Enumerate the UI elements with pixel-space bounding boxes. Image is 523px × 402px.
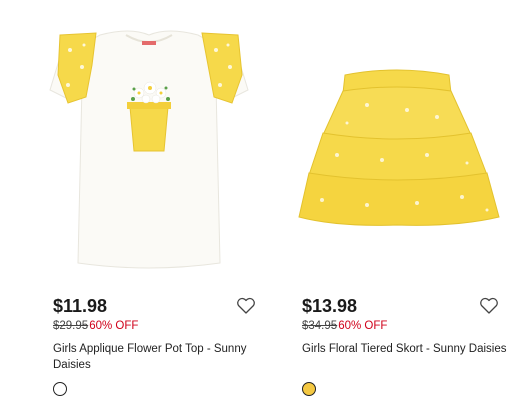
product-image-top[interactable]	[38, 5, 260, 275]
price-comparison: $29.9560% OFF	[53, 320, 138, 332]
discount-label: 60% OFF	[89, 320, 139, 332]
discount-label: 60% OFF	[338, 320, 388, 332]
heart-icon[interactable]	[236, 297, 256, 315]
original-price: $29.95	[53, 320, 89, 332]
product-price: $13.98	[302, 296, 358, 316]
product-name[interactable]: Girls Floral Tiered Skort - Sunny Daisie…	[302, 341, 517, 357]
product-image-skort[interactable]	[287, 5, 509, 275]
heart-icon[interactable]	[479, 297, 499, 315]
product-card-top[interactable]: $11.98 $29.9560% OFF Girls Applique Flow…	[38, 0, 260, 402]
price-comparison: $34.9560% OFF	[302, 320, 387, 332]
color-swatch[interactable]	[302, 382, 316, 396]
color-swatch[interactable]	[53, 382, 67, 396]
product-card-skort[interactable]: $13.98 $34.9560% OFF Girls Floral Tiered…	[287, 0, 509, 402]
product-name[interactable]: Girls Applique Flower Pot Top - Sunny Da…	[53, 341, 268, 373]
product-price: $11.98	[53, 296, 108, 316]
original-price: $34.95	[302, 320, 338, 332]
